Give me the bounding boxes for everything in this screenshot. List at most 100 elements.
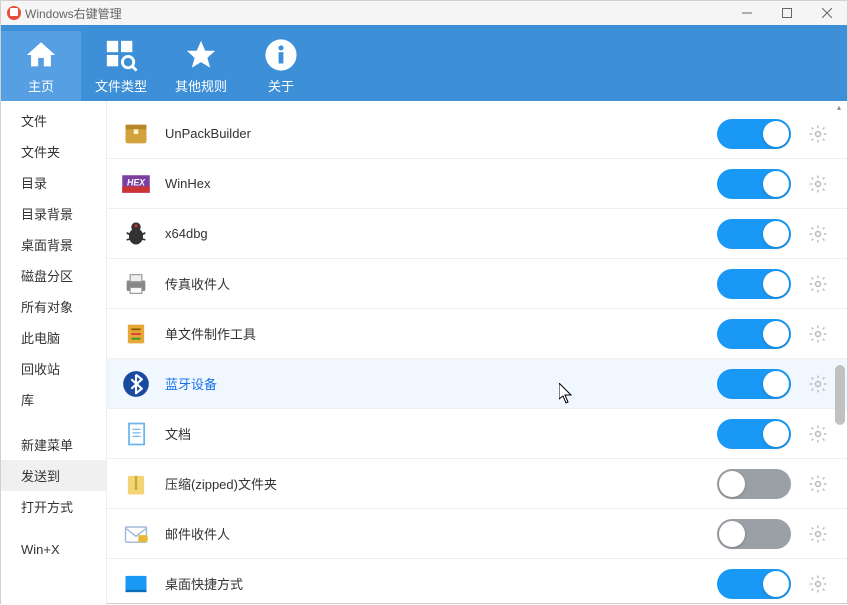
list-item[interactable]: UnPackBuilder	[107, 109, 847, 159]
toolbar-label: 关于	[268, 76, 294, 95]
sidebar-item[interactable]: 所有对象	[1, 291, 106, 322]
list-item[interactable]: 邮件收件人	[107, 509, 847, 559]
settings-gear-icon[interactable]	[807, 573, 829, 595]
sidebar-item[interactable]: 打开方式	[1, 491, 106, 522]
mail-icon	[121, 519, 151, 549]
toolbar-grid-search-button[interactable]: 文件类型	[81, 31, 161, 101]
star-icon	[184, 38, 218, 72]
settings-gear-icon[interactable]	[807, 373, 829, 395]
hex-icon: HEX	[121, 169, 151, 199]
toggle-switch[interactable]	[717, 169, 791, 199]
toggle-switch[interactable]	[717, 119, 791, 149]
toggle-thumb	[763, 321, 789, 347]
svg-text:HEX: HEX	[127, 177, 146, 187]
maximize-button[interactable]	[767, 1, 807, 25]
list-item[interactable]: HEX WinHex	[107, 159, 847, 209]
sidebar-separator	[1, 415, 106, 429]
info-icon	[264, 38, 298, 72]
sidebar: 文件文件夹目录目录背景桌面背景磁盘分区所有对象此电脑回收站库新建菜单发送到打开方…	[1, 101, 107, 605]
desktop-icon	[121, 569, 151, 599]
toolbar-home-button[interactable]: 主页	[1, 31, 81, 101]
settings-gear-icon[interactable]	[807, 223, 829, 245]
toggle-thumb	[763, 171, 789, 197]
list-item[interactable]: 桌面快捷方式	[107, 559, 847, 605]
list-item-label: 单文件制作工具	[165, 324, 717, 343]
toolbar-label: 文件类型	[95, 76, 147, 95]
toggle-thumb	[719, 521, 745, 547]
toggle-switch[interactable]	[717, 319, 791, 349]
box-icon	[121, 119, 151, 149]
sidebar-item[interactable]: Win+X	[1, 536, 106, 563]
toggle-thumb	[763, 421, 789, 447]
minimize-button[interactable]	[727, 1, 767, 25]
toggle-thumb	[763, 271, 789, 297]
titlebar: Windows右键管理	[1, 1, 847, 25]
sidebar-item[interactable]: 文件夹	[1, 136, 106, 167]
sidebar-item[interactable]: 桌面背景	[1, 229, 106, 260]
settings-gear-icon[interactable]	[807, 323, 829, 345]
toolbar-info-button[interactable]: 关于	[241, 31, 321, 101]
window-title: Windows右键管理	[25, 5, 122, 22]
toggle-thumb	[719, 471, 745, 497]
sidebar-item[interactable]: 目录背景	[1, 198, 106, 229]
list-item[interactable]: x64dbg	[107, 209, 847, 259]
window-controls	[727, 1, 847, 25]
sidebar-item[interactable]: 库	[1, 384, 106, 415]
toggle-thumb	[763, 221, 789, 247]
toggle-switch[interactable]	[717, 519, 791, 549]
toolbar-label: 主页	[28, 76, 54, 95]
list-item-label: UnPackBuilder	[165, 126, 717, 141]
app-icon	[7, 6, 21, 20]
home-icon	[24, 38, 58, 72]
sidebar-item[interactable]: 磁盘分区	[1, 260, 106, 291]
toggle-switch[interactable]	[717, 269, 791, 299]
settings-gear-icon[interactable]	[807, 523, 829, 545]
settings-gear-icon[interactable]	[807, 273, 829, 295]
list-item-label: 压缩(zipped)文件夹	[165, 474, 717, 493]
list-area: UnPackBuilder HEX WinHex x64dbg 传真收件人单文件制作工具…	[107, 101, 847, 605]
settings-gear-icon[interactable]	[807, 423, 829, 445]
toggle-thumb	[763, 371, 789, 397]
toggle-switch[interactable]	[717, 219, 791, 249]
grid-search-icon	[104, 38, 138, 72]
toolbar: 主页 文件类型 其他规则 关于	[1, 25, 847, 101]
fax-icon	[121, 269, 151, 299]
sidebar-item[interactable]: 回收站	[1, 353, 106, 384]
toggle-switch[interactable]	[717, 369, 791, 399]
toggle-switch[interactable]	[717, 569, 791, 599]
sidebar-item[interactable]: 目录	[1, 167, 106, 198]
list-item[interactable]: 蓝牙设备	[107, 359, 847, 409]
scrollbar-up-arrow[interactable]: ▴	[837, 103, 845, 111]
scrollbar-thumb[interactable]	[835, 365, 845, 425]
list-item-label: 文档	[165, 424, 717, 443]
toggle-thumb	[763, 571, 789, 597]
list-item[interactable]: 文档	[107, 409, 847, 459]
toolbar-star-button[interactable]: 其他规则	[161, 31, 241, 101]
close-button[interactable]	[807, 1, 847, 25]
settings-gear-icon[interactable]	[807, 173, 829, 195]
list-item-label: 邮件收件人	[165, 524, 717, 543]
sidebar-separator	[1, 522, 106, 536]
sidebar-item[interactable]: 文件	[1, 105, 106, 136]
toggle-thumb	[763, 121, 789, 147]
zip-icon	[121, 469, 151, 499]
list-item-label: WinHex	[165, 176, 717, 191]
list-item[interactable]: 单文件制作工具	[107, 309, 847, 359]
bug-icon	[121, 219, 151, 249]
bluetooth-icon	[121, 369, 151, 399]
list-item-label: 蓝牙设备	[165, 374, 717, 393]
toggle-switch[interactable]	[717, 419, 791, 449]
sidebar-item[interactable]: 此电脑	[1, 322, 106, 353]
settings-gear-icon[interactable]	[807, 123, 829, 145]
sidebar-item[interactable]: 新建菜单	[1, 429, 106, 460]
toggle-switch[interactable]	[717, 469, 791, 499]
list-item-label: 传真收件人	[165, 274, 717, 293]
settings-gear-icon[interactable]	[807, 473, 829, 495]
list-item[interactable]: 传真收件人	[107, 259, 847, 309]
doc-icon	[121, 419, 151, 449]
list-item[interactable]: 压缩(zipped)文件夹	[107, 459, 847, 509]
sidebar-item[interactable]: 发送到	[1, 460, 106, 491]
scrollbar[interactable]: ▴	[835, 101, 845, 605]
toolbar-label: 其他规则	[175, 76, 227, 95]
list-item-label: 桌面快捷方式	[165, 574, 717, 593]
